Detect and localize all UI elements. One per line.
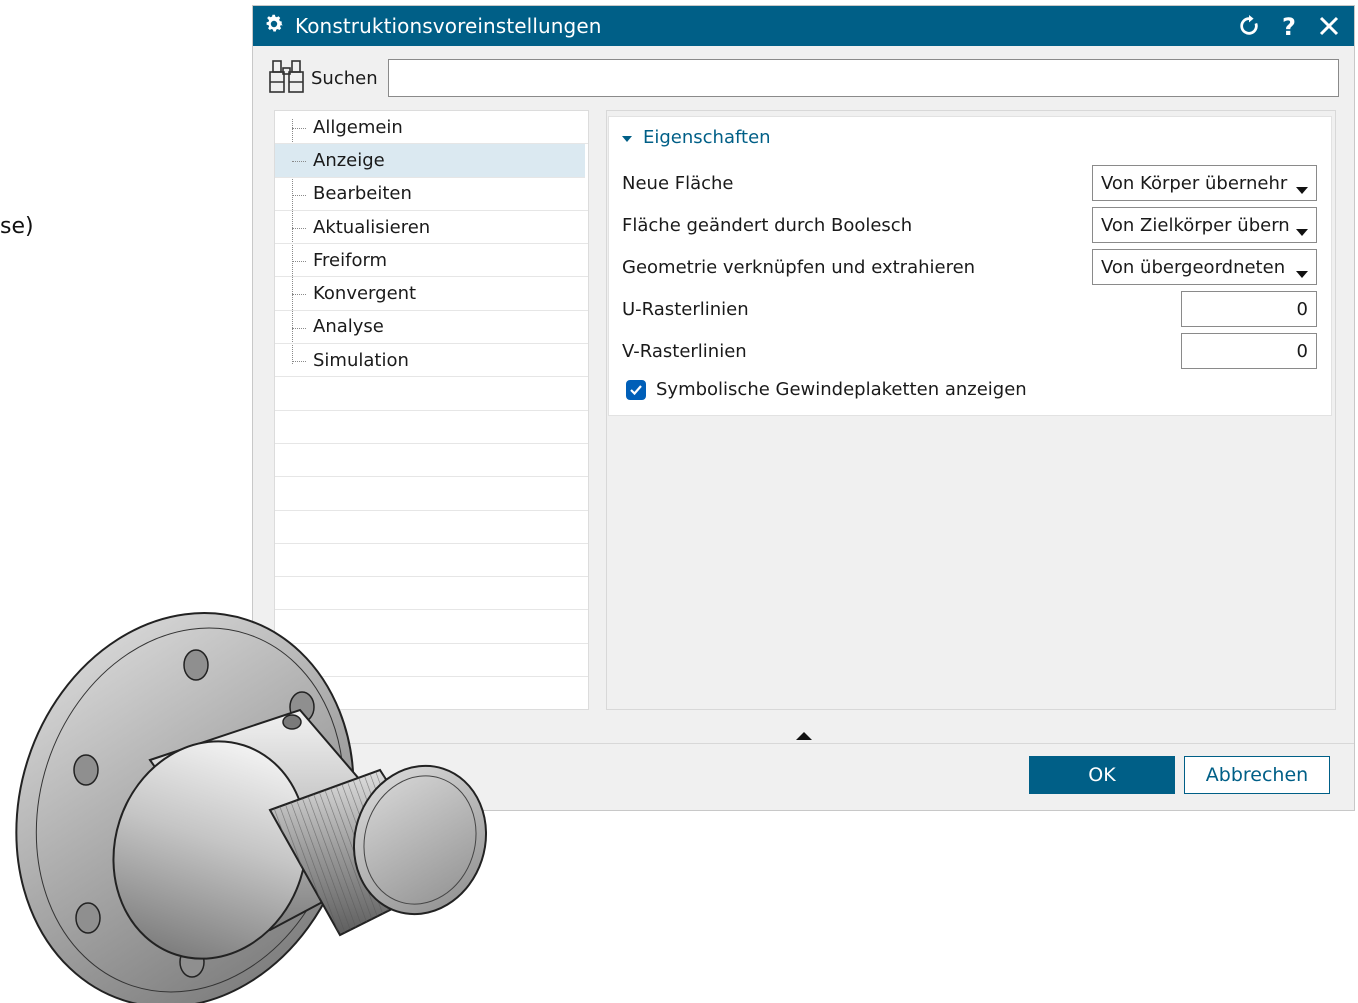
tree-item-anzeige[interactable]: Anzeige [275,144,585,178]
gewinde-checkbox-row[interactable]: Symbolische Gewindeplaketten anzeigen [626,379,1027,400]
checkmark-icon [630,384,642,395]
tree-item-konvergent[interactable]: Konvergent [275,277,588,311]
dialog-title: Konstruktionsvoreinstellungen [295,14,602,38]
v-raster-input[interactable]: 0 [1181,333,1317,369]
svg-text:?: ? [1282,14,1296,38]
tree-empty-row [275,544,588,578]
close-icon[interactable] [1316,13,1342,39]
prop-row-geometrie: Geometrie verknüpfen und extrahieren Von… [622,248,1317,286]
tree-item-analyse[interactable]: Analyse [275,311,588,345]
prop-row-boolesch: Fläche geändert durch Boolesch Von Zielk… [622,206,1317,244]
title-bar[interactable]: Konstruktionsvoreinstellungen ? [253,6,1354,46]
prop-row-u-raster: U-Rasterlinien 0 [622,290,1317,328]
tree-item-allgemein[interactable]: Allgemein [275,111,588,145]
u-raster-input[interactable]: 0 [1181,291,1317,327]
dropdown-arrow-icon [1296,221,1308,242]
geometrie-dropdown[interactable]: Von übergeordneten [1092,249,1317,285]
cancel-button[interactable]: Abbrechen [1184,756,1330,794]
tree-empty-row [275,444,588,478]
tree-empty-row [275,411,588,444]
prop-row-v-raster: V-Rasterlinien 0 [622,332,1317,370]
background-partial-text: se) [0,214,34,239]
tree-item-label: Konvergent [313,283,417,305]
section-header-eigenschaften[interactable]: Eigenschaften [621,127,771,148]
dropdown-value: Von übergeordneten [1101,256,1286,278]
tree-item-bearbeiten[interactable]: Bearbeiten [275,178,588,211]
tree-item-label: Aktualisieren [313,216,431,238]
tree-item-label: Anzeige [313,149,385,171]
tree-item-freiform[interactable]: Freiform [275,244,588,278]
prop-label: Neue Fläche [622,172,734,194]
boolesch-dropdown[interactable]: Von Zielkörper übern [1092,207,1317,243]
ok-button[interactable]: OK [1029,756,1175,794]
prop-label: Fläche geändert durch Boolesch [622,214,913,236]
search-input[interactable] [387,59,1339,97]
dropdown-arrow-icon [1296,263,1308,284]
prop-label: V-Rasterlinien [622,340,747,362]
tree-item-label: Bearbeiten [313,183,412,205]
tree-empty-row [275,377,588,411]
section-title: Eigenschaften [643,127,771,148]
prop-row-neue-flaeche: Neue Fläche Von Körper übernehr [622,164,1317,202]
dropdown-value: Von Körper übernehr [1101,172,1288,194]
tree-item-label: Simulation [313,349,409,371]
help-icon[interactable]: ? [1276,13,1302,39]
tree-empty-row [275,477,588,511]
gear-icon [263,13,285,39]
tree-empty-row [275,511,588,544]
flange-part-image [15,612,488,1003]
checkbox-label: Symbolische Gewindeplaketten anzeigen [656,379,1027,400]
dropdown-arrow-icon [1296,179,1308,200]
tree-item-aktualisieren[interactable]: Aktualisieren [275,211,588,245]
prop-label: Geometrie verknüpfen und extrahieren [622,256,976,278]
caret-down-icon [621,127,633,148]
tree-item-label: Freiform [313,249,388,271]
gewinde-checkbox[interactable] [626,379,646,400]
dropdown-value: Von Zielkörper übern [1101,214,1289,236]
prop-label: U-Rasterlinien [622,298,749,320]
tree-item-label: Analyse [313,316,384,338]
neue-flaeche-dropdown[interactable]: Von Körper übernehr [1092,165,1317,201]
tree-item-simulation[interactable]: Simulation [275,344,588,378]
search-row: Suchen [267,58,1339,98]
search-label: Suchen [311,67,378,89]
reset-icon[interactable] [1236,13,1262,39]
properties-panel: Eigenschaften Neue Fläche Von Körper übe… [608,116,1332,416]
tree-item-label: Allgemein [313,116,403,138]
binoculars-icon[interactable] [267,58,307,98]
